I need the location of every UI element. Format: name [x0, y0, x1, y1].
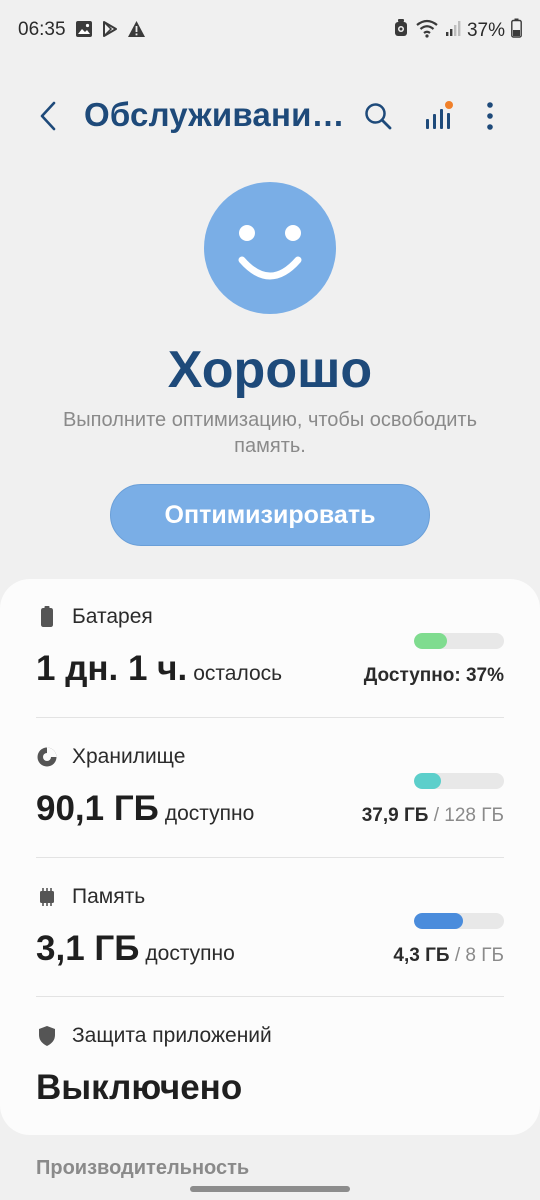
battery-available-text: Доступно: 37% [363, 665, 504, 686]
battery-progress-fill [414, 633, 448, 649]
battery-icon [511, 18, 522, 43]
status-subtitle: Выполните оптимизацию, чтобы освободить … [62, 409, 478, 457]
system-icons: 37% [393, 18, 522, 43]
memory-label: Память [72, 885, 146, 908]
more-vert-icon [486, 101, 494, 136]
status-time: 06:35 [18, 19, 66, 40]
battery-icon [36, 606, 58, 628]
memory-used: 4,3 ГБ [393, 945, 450, 966]
status-bar: 06:35 37% [0, 0, 540, 60]
battery-progress-bar [414, 633, 504, 649]
wifi-icon [415, 18, 439, 43]
memory-available-amount: 3,1 ГБ [36, 929, 140, 968]
memory-total: / 8 ГБ [454, 945, 504, 966]
battery-value: 1 дн. 1 ч. осталось [36, 649, 282, 689]
app-protection-header: Защита приложений [36, 1024, 272, 1048]
battery-percent: 37% [466, 19, 505, 41]
memory-header: Память [36, 885, 145, 909]
storage-progress-fill [414, 773, 441, 789]
alarm-icon [393, 18, 409, 43]
battery-remaining-label: осталось [193, 662, 283, 685]
storage-header: Хранилище [36, 745, 185, 769]
app-protection-section[interactable]: Защита приложений Выключено [36, 1024, 504, 1114]
memory-value: 3,1 ГБ доступно [36, 929, 235, 969]
summary-card: Батарея 1 дн. 1 ч. осталось Доступно: 37%… [0, 579, 540, 1135]
optimize-button[interactable]: Оптимизировать [110, 484, 430, 546]
shield-icon [36, 1025, 58, 1047]
search-icon [363, 101, 393, 136]
status-smiley-icon [204, 182, 336, 314]
storage-available-label: доступно [164, 802, 255, 825]
storage-label: Хранилище [72, 745, 186, 768]
memory-section[interactable]: Память 3,1 ГБ доступно 4,3 ГБ / 8 ГБ [36, 885, 504, 985]
storage-section[interactable]: Хранилище 90,1 ГБ доступно 37,9 ГБ / 128 … [36, 745, 504, 845]
more-options-button[interactable] [470, 98, 510, 138]
storage-usage: 37,9 ГБ / 128 ГБ [362, 805, 504, 827]
back-arrow-icon [38, 100, 58, 137]
app-protection-status: Выключено [36, 1068, 243, 1107]
play-store-icon [101, 20, 119, 43]
gallery-icon [75, 20, 93, 43]
divider [36, 717, 504, 718]
storage-available-amount: 90,1 ГБ [36, 789, 159, 828]
stats-icon [423, 100, 453, 137]
back-button[interactable] [30, 98, 66, 138]
memory-progress-bar [414, 913, 504, 929]
device-care-screen: 06:35 37% Обслуживани… Хорошо Выполните … [0, 0, 540, 1200]
app-protection-label: Защита приложений [72, 1024, 272, 1047]
divider [36, 857, 504, 858]
battery-label: Батарея [72, 605, 153, 628]
app-bar: Обслуживани… [0, 88, 540, 148]
home-indicator[interactable] [190, 1186, 350, 1192]
warning-icon [127, 20, 146, 43]
divider [36, 996, 504, 997]
signal-icon [445, 19, 461, 42]
storage-used: 37,9 ГБ [361, 805, 429, 826]
app-protection-value: Выключено [36, 1068, 242, 1108]
performance-section-label: Производительность [36, 1157, 250, 1179]
memory-available-label: доступно [145, 942, 235, 965]
storage-progress-bar [414, 773, 504, 789]
memory-usage: 4,3 ГБ / 8 ГБ [393, 945, 504, 967]
notification-icons [75, 20, 146, 43]
memory-chip-icon [36, 886, 58, 908]
battery-header: Батарея [36, 605, 153, 629]
storage-value: 90,1 ГБ доступно [36, 789, 254, 829]
battery-time-remaining: 1 дн. 1 ч. [36, 649, 188, 688]
memory-progress-fill [414, 913, 463, 929]
battery-available: Доступно: 37% [364, 665, 504, 687]
status-title: Хорошо [167, 341, 373, 399]
stats-button[interactable] [418, 98, 458, 138]
page-title: Обслуживани… [84, 96, 345, 133]
search-button[interactable] [358, 98, 398, 138]
battery-section[interactable]: Батарея 1 дн. 1 ч. осталось Доступно: 37% [36, 605, 504, 705]
storage-pie-icon [36, 746, 58, 768]
storage-total: / 128 ГБ [433, 805, 504, 826]
